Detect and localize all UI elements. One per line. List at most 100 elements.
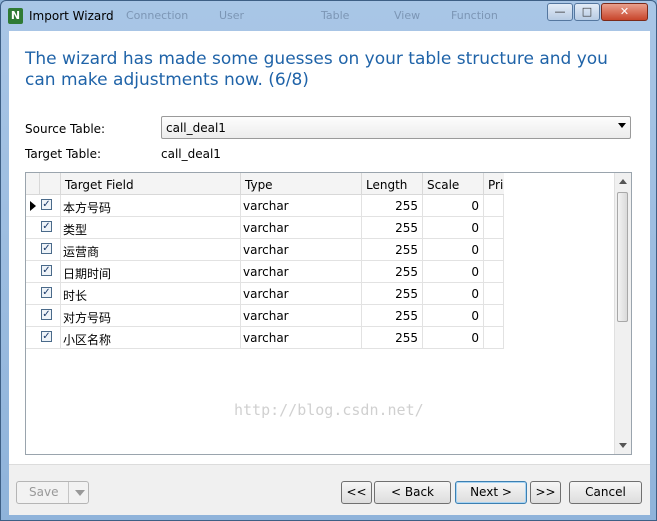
cell-scale[interactable]: 0 xyxy=(423,261,484,283)
cell-length[interactable]: 255 xyxy=(362,305,423,327)
checkbox[interactable]: ✓ xyxy=(41,199,52,210)
scroll-up-icon[interactable] xyxy=(619,179,627,184)
cell-field[interactable]: 时长 xyxy=(61,283,241,305)
cell-field[interactable]: 对方号码 xyxy=(61,305,241,327)
wizard-heading: The wizard has made some guesses on your… xyxy=(25,49,608,90)
grid-header-indicator xyxy=(26,173,40,195)
checkbox[interactable]: ✓ xyxy=(41,287,52,298)
table-row[interactable]: ✓ 时长 varchar 255 0 xyxy=(26,283,504,305)
title-bar[interactable]: N Import Wizard Connection User Table Vi… xyxy=(1,1,656,31)
cell-type[interactable]: varchar xyxy=(241,327,362,349)
cell-scale[interactable]: 0 xyxy=(423,305,484,327)
cell-length[interactable]: 255 xyxy=(362,195,423,217)
first-page-button[interactable]: << xyxy=(341,481,372,504)
save-button-label: Save xyxy=(29,485,59,499)
cell-field[interactable]: 运营商 xyxy=(61,239,241,261)
cell-length[interactable]: 255 xyxy=(362,261,423,283)
row-checkbox-cell: ✓ xyxy=(26,283,61,305)
cell-pri[interactable] xyxy=(484,327,504,349)
window-frame: N Import Wizard Connection User Table Vi… xyxy=(0,0,657,521)
cell-length[interactable]: 255 xyxy=(362,283,423,305)
cell-length[interactable]: 255 xyxy=(362,239,423,261)
checkbox[interactable]: ✓ xyxy=(41,309,52,320)
back-button[interactable]: < Back xyxy=(374,481,451,504)
chevron-down-icon[interactable] xyxy=(75,490,85,496)
target-table-label: Target Table: xyxy=(25,147,102,161)
row-checkbox-cell: ✓ xyxy=(26,239,61,261)
background-menu-ghost: View xyxy=(394,9,421,22)
last-page-button[interactable]: >> xyxy=(530,481,561,504)
row-checkbox-cell: ✓ xyxy=(26,217,61,239)
table-row[interactable]: ✓ 运营商 varchar 255 0 xyxy=(26,239,504,261)
grid-header-primary[interactable]: Pri xyxy=(484,173,504,195)
cell-scale[interactable]: 0 xyxy=(423,239,484,261)
cell-pri[interactable] xyxy=(484,261,504,283)
checkbox[interactable]: ✓ xyxy=(41,265,52,276)
chevron-down-icon xyxy=(618,123,626,128)
cell-pri[interactable] xyxy=(484,239,504,261)
cell-pri[interactable] xyxy=(484,195,504,217)
row-checkbox-cell: ✓ xyxy=(26,327,61,349)
grid-header-scale[interactable]: Scale xyxy=(423,173,484,195)
minimize-icon: — xyxy=(554,5,566,18)
grid-header-target-field[interactable]: Target Field xyxy=(61,173,241,195)
row-checkbox-cell: ✓ xyxy=(26,261,61,283)
source-table-value: call_deal1 xyxy=(166,121,226,135)
checkbox[interactable]: ✓ xyxy=(41,221,52,232)
cell-field[interactable]: 小区名称 xyxy=(61,327,241,349)
cell-type[interactable]: varchar xyxy=(241,217,362,239)
field-grid[interactable]: Target Field Type Length Scale Pri ✓ 本方号码… xyxy=(25,172,632,455)
cell-scale[interactable]: 0 xyxy=(423,327,484,349)
maximize-button[interactable]: □ xyxy=(574,3,600,21)
minimize-button[interactable]: — xyxy=(547,3,573,21)
target-table-value: call_deal1 xyxy=(161,147,221,161)
wizard-body: The wizard has made some guesses on your… xyxy=(9,31,650,515)
table-row[interactable]: ✓ 日期时间 varchar 255 0 xyxy=(26,261,504,283)
cell-field[interactable]: 本方号码 xyxy=(61,195,241,217)
cell-type[interactable]: varchar xyxy=(241,239,362,261)
background-menu-ghost: Table xyxy=(321,9,350,22)
source-table-label: Source Table: xyxy=(25,122,106,136)
cell-scale[interactable]: 0 xyxy=(423,283,484,305)
checkbox[interactable]: ✓ xyxy=(41,331,52,342)
next-button[interactable]: Next > xyxy=(455,481,527,504)
source-table-select[interactable]: call_deal1 xyxy=(161,116,631,139)
vertical-scrollbar[interactable] xyxy=(614,173,631,454)
watermark: http://blog.csdn.net/ xyxy=(234,401,424,419)
cell-type[interactable]: varchar xyxy=(241,195,362,217)
cell-type[interactable]: varchar xyxy=(241,283,362,305)
scroll-thumb[interactable] xyxy=(617,192,628,322)
cell-length[interactable]: 255 xyxy=(362,217,423,239)
cell-type[interactable]: varchar xyxy=(241,305,362,327)
close-button[interactable]: ✕ xyxy=(601,3,648,21)
background-menu-ghost: User xyxy=(219,9,245,22)
grid-header-check xyxy=(40,173,61,195)
cell-type[interactable]: varchar xyxy=(241,261,362,283)
save-button[interactable]: Save xyxy=(16,481,89,504)
cell-scale[interactable]: 0 xyxy=(423,195,484,217)
row-checkbox-cell: ✓ xyxy=(26,195,61,217)
wizard-footer: Save << < Back Next > >> Cancel xyxy=(9,464,650,515)
scroll-down-icon[interactable] xyxy=(619,443,627,448)
table-row[interactable]: ✓ 对方号码 varchar 255 0 xyxy=(26,305,504,327)
navicat-app-icon: N xyxy=(8,8,23,24)
grid-header-length[interactable]: Length xyxy=(362,173,423,195)
background-menu-ghost: Connection xyxy=(126,9,189,22)
window-title: Import Wizard xyxy=(29,9,114,23)
table-row[interactable]: ✓ 类型 varchar 255 0 xyxy=(26,217,504,239)
cell-pri[interactable] xyxy=(484,305,504,327)
table-row[interactable]: ✓ 小区名称 varchar 255 0 xyxy=(26,327,504,349)
close-icon: ✕ xyxy=(619,5,630,18)
row-checkbox-cell: ✓ xyxy=(26,305,61,327)
cell-scale[interactable]: 0 xyxy=(423,217,484,239)
grid-header-type[interactable]: Type xyxy=(241,173,362,195)
cell-length[interactable]: 255 xyxy=(362,327,423,349)
cell-field[interactable]: 日期时间 xyxy=(61,261,241,283)
cancel-button[interactable]: Cancel xyxy=(569,481,642,504)
checkbox[interactable]: ✓ xyxy=(41,243,52,254)
cell-pri[interactable] xyxy=(484,217,504,239)
cell-field[interactable]: 类型 xyxy=(61,217,241,239)
cell-pri[interactable] xyxy=(484,283,504,305)
current-row-icon xyxy=(30,201,36,211)
table-row[interactable]: ✓ 本方号码 varchar 255 0 xyxy=(26,195,504,217)
